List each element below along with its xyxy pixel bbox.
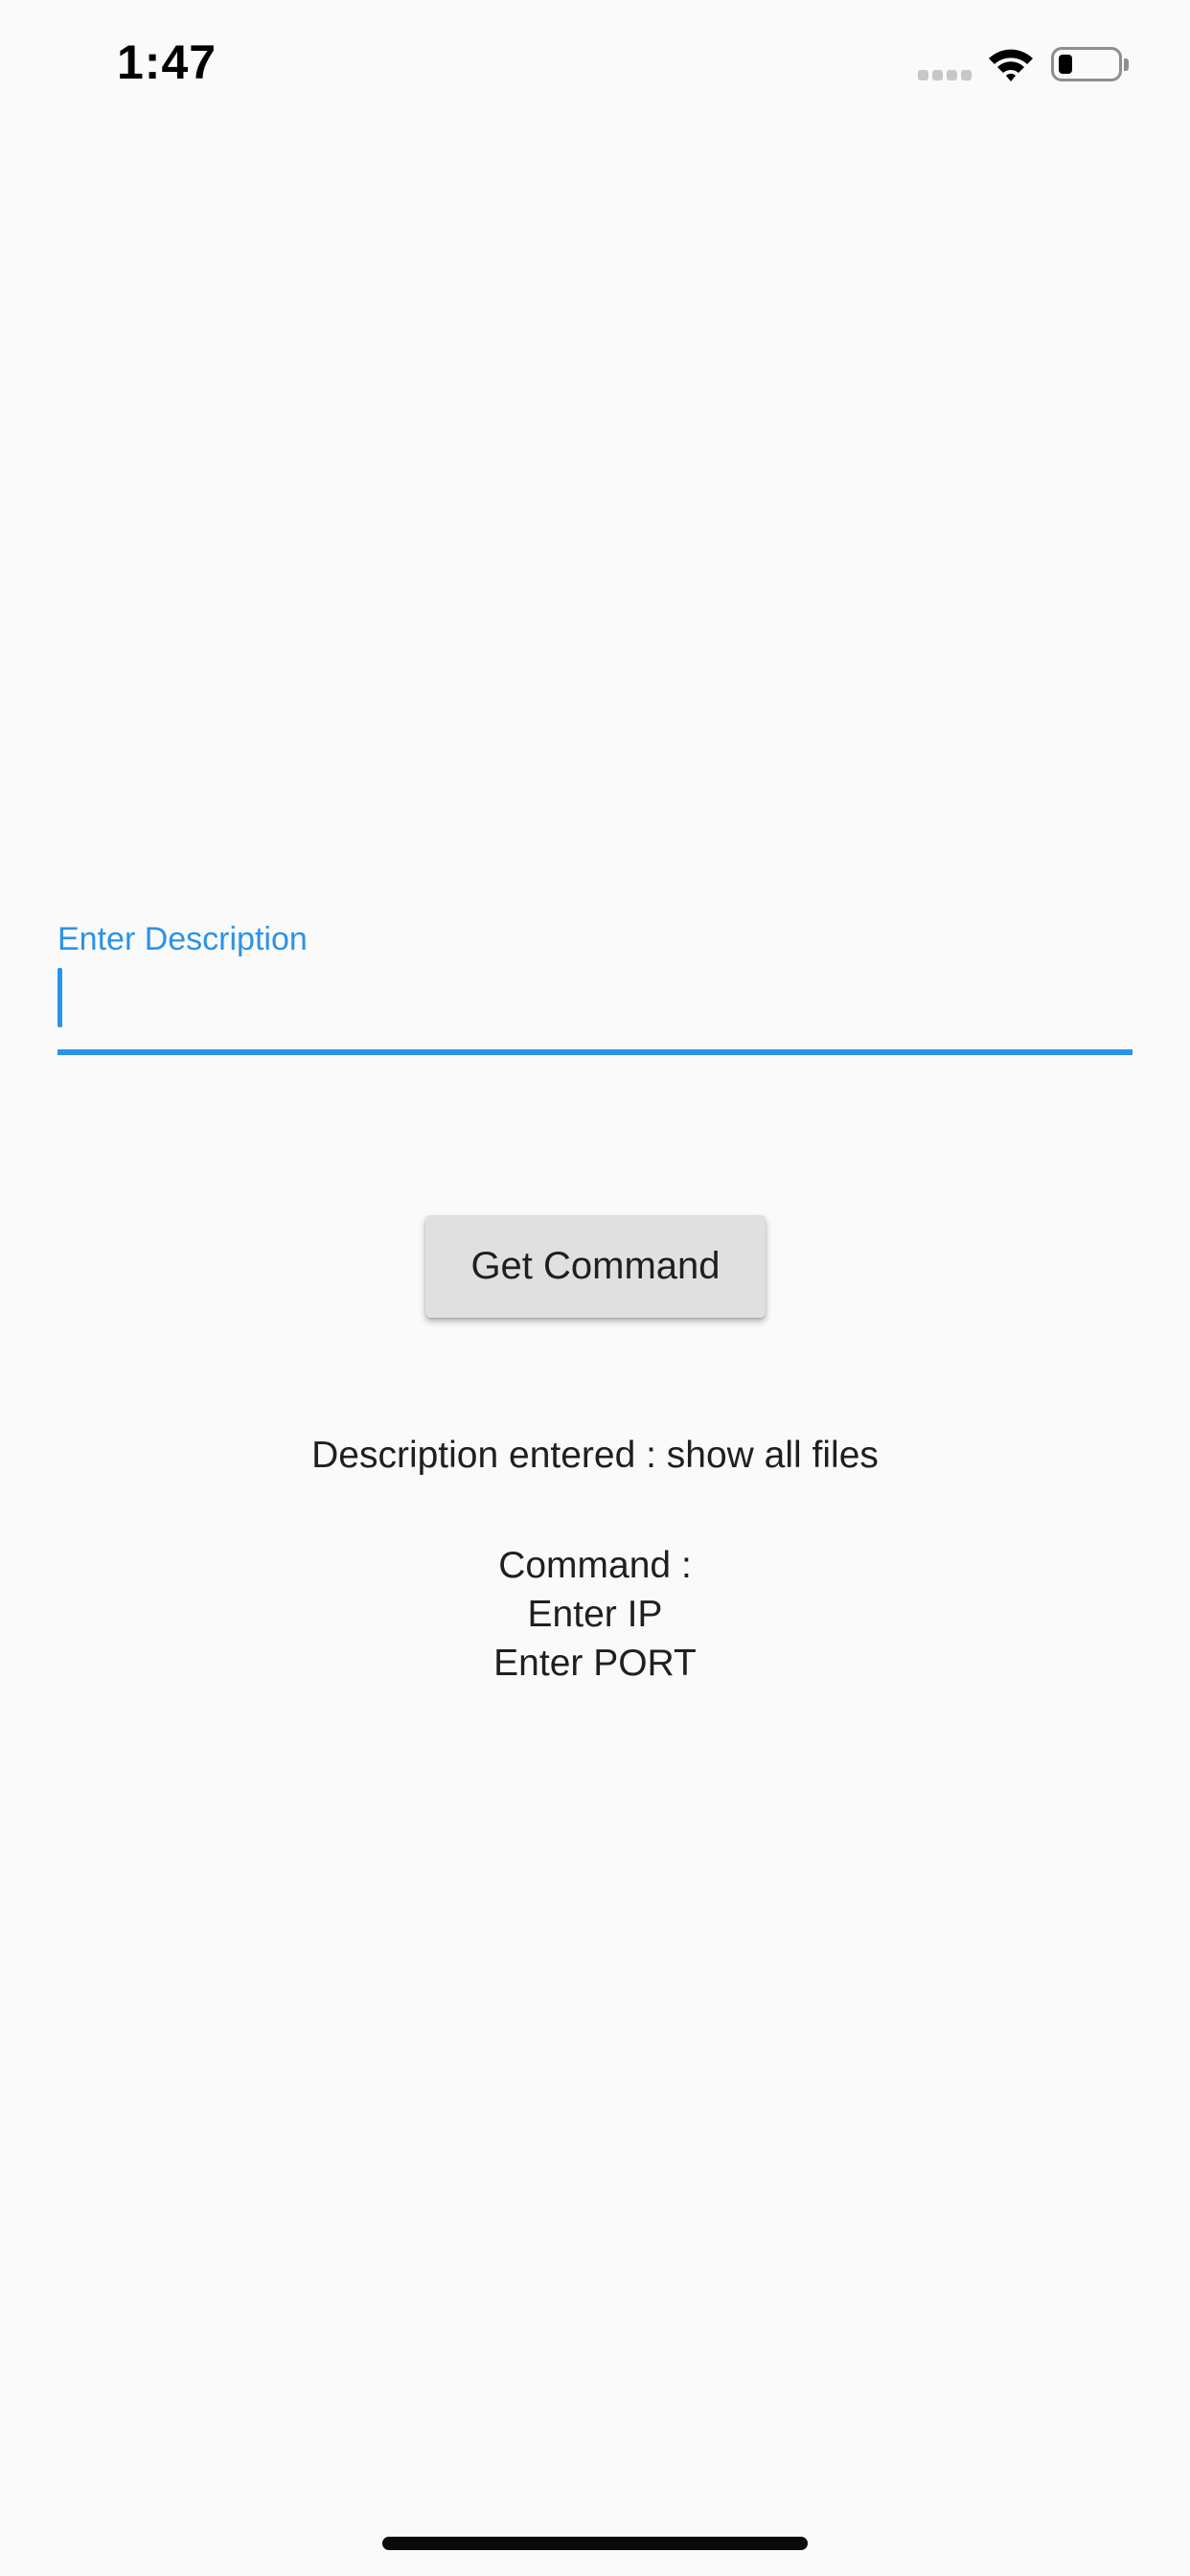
status-bar: 1:47 — [0, 0, 1190, 134]
battery-icon — [1051, 47, 1122, 81]
get-command-button[interactable]: Get Command — [425, 1215, 766, 1318]
description-entered-text: Description entered : show all files — [311, 1435, 879, 1476]
command-port-line: Enter PORT — [493, 1643, 697, 1684]
wifi-icon — [989, 49, 1033, 81]
description-input[interactable] — [57, 965, 1133, 1015]
status-time: 1:47 — [117, 35, 217, 89]
description-input-underline — [57, 1049, 1133, 1055]
command-label: Command : — [498, 1545, 692, 1586]
command-output: Command : Enter IP Enter PORT — [0, 1541, 1190, 1688]
text-cursor — [57, 968, 62, 1027]
cellular-signal-icon — [918, 70, 972, 81]
home-indicator[interactable] — [382, 2537, 808, 2550]
battery-level — [1059, 55, 1072, 74]
description-field-label: Enter Description — [57, 921, 308, 957]
battery-cap — [1124, 58, 1129, 71]
command-ip-line: Enter IP — [527, 1594, 663, 1635]
description-field-group: Enter Description — [57, 915, 1133, 1059]
